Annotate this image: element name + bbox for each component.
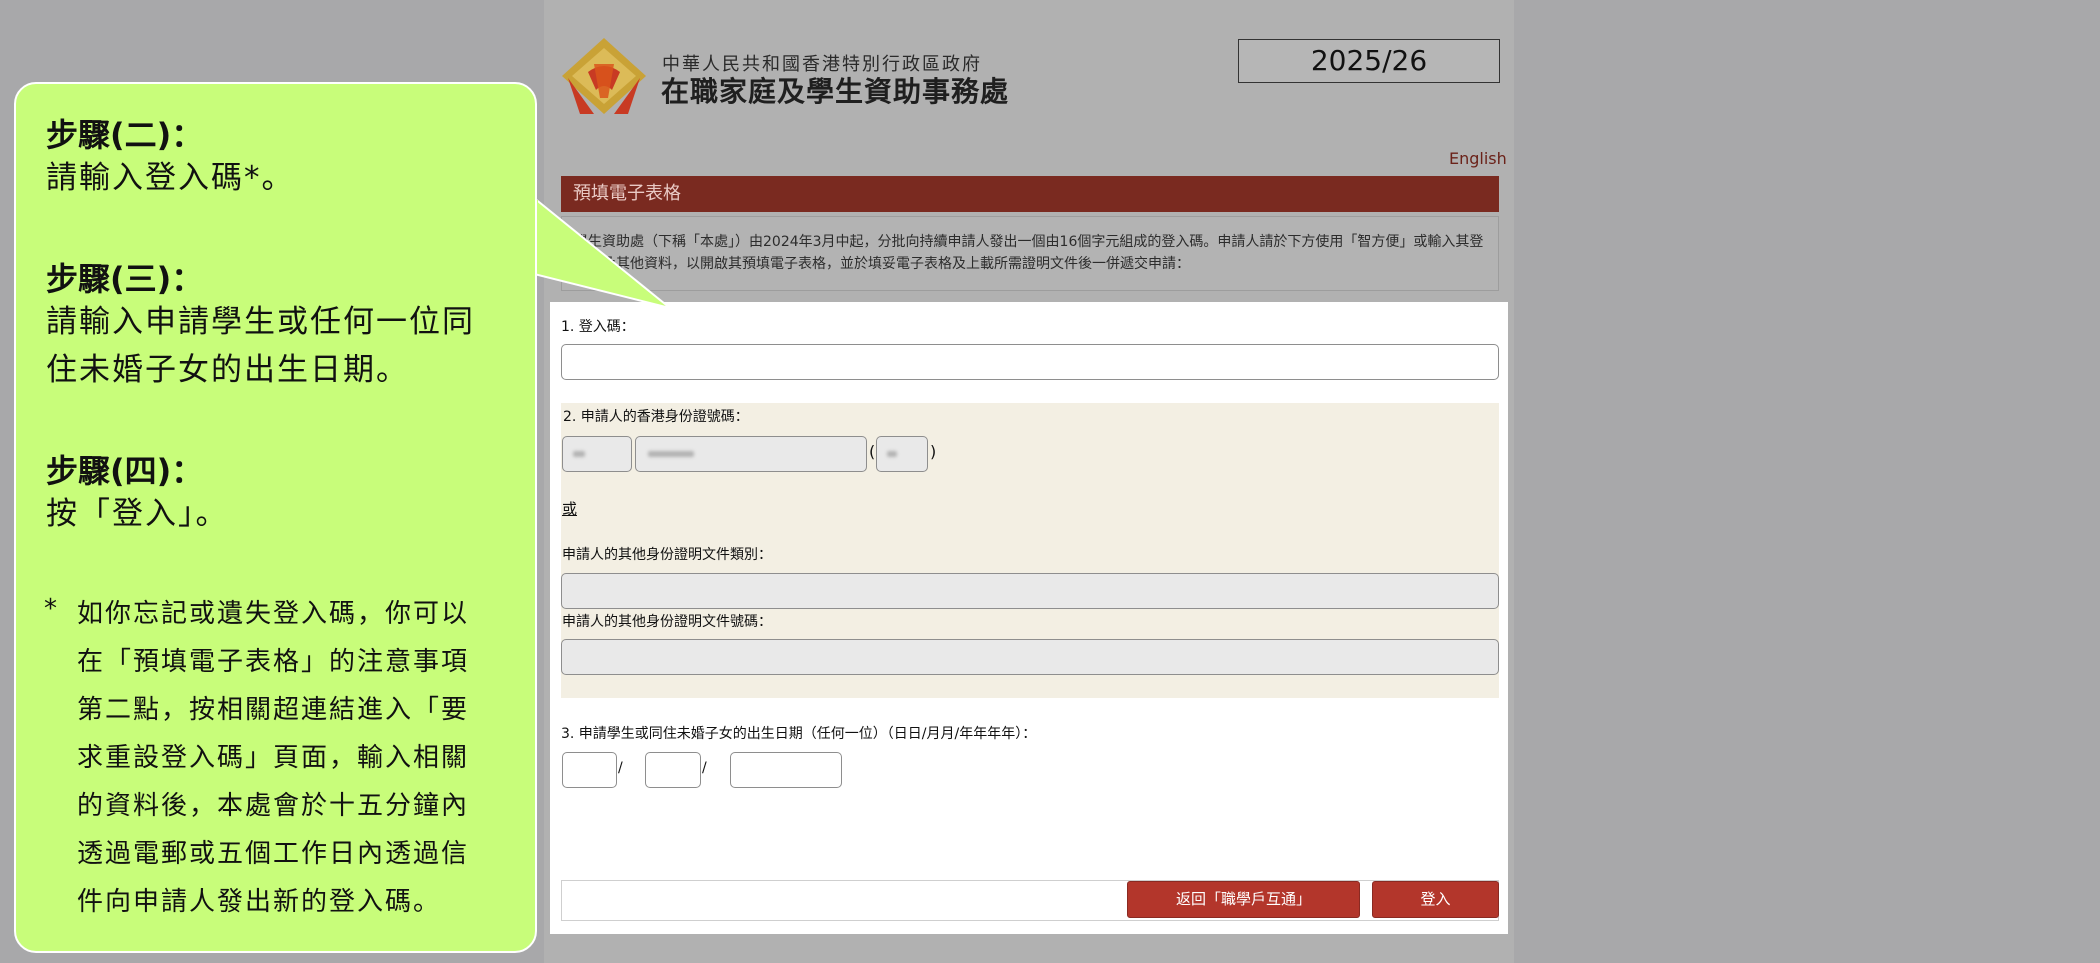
callout-pointer bbox=[530, 198, 670, 308]
intro-text: 學生資助處（下稱「本處」）由2024年3月中起，分批向持續申請人發出一個由16個… bbox=[561, 216, 1499, 291]
other-doc-number-label: 申請人的其他身份證明文件號碼： bbox=[562, 614, 772, 630]
right-backdrop bbox=[1514, 0, 2100, 963]
office-name: 在職家庭及學生資助事務處 bbox=[661, 75, 1010, 108]
birth-year-input[interactable] bbox=[730, 752, 842, 788]
back-button[interactable]: 返回「職學戶互通」 bbox=[1127, 881, 1360, 918]
reset-code-note: 如你忘記或遺失登入碼，你可以在「預填電子表格」的注意事項第二點，按相關超連結進入… bbox=[77, 599, 470, 917]
other-doc-type-input[interactable] bbox=[561, 573, 1499, 609]
or-text: 或 bbox=[562, 500, 578, 518]
other-doc-type-label: 申請人的其他身份證明文件類別： bbox=[562, 547, 772, 563]
masked-value bbox=[887, 451, 897, 457]
hkid-check-digit-input[interactable] bbox=[876, 436, 928, 472]
note-marker: * bbox=[44, 594, 57, 624]
paren-open: ( bbox=[869, 442, 876, 461]
masked-value bbox=[573, 451, 585, 457]
section-title-bar: 預填電子表格 bbox=[561, 176, 1499, 212]
birth-day-input[interactable] bbox=[562, 752, 617, 788]
login-code-input[interactable] bbox=[561, 344, 1499, 380]
login-button[interactable]: 登入 bbox=[1372, 881, 1499, 918]
step4-title: 步驟(四)： bbox=[46, 452, 204, 490]
hkid-prefix-input[interactable] bbox=[562, 436, 632, 472]
birth-date-label: 3. 申請學生或同住未婚子女的出生日期（任何一位）（日日/月月/年年年年）： bbox=[561, 726, 1037, 742]
hkid-label: 2. 申請人的香港身份證號碼： bbox=[563, 409, 749, 425]
other-doc-number-input[interactable] bbox=[561, 639, 1499, 675]
masked-value bbox=[648, 451, 694, 457]
english-link[interactable]: English bbox=[1449, 149, 1507, 168]
paren-close: ) bbox=[930, 442, 937, 461]
birth-month-input[interactable] bbox=[645, 752, 701, 788]
login-code-label: 1. 登入碼： bbox=[561, 319, 635, 335]
step4-text: 按「登入」。 bbox=[46, 496, 229, 532]
step3-text: 請輸入申請學生或任何一位同住未婚子女的出生日期。 bbox=[46, 304, 475, 388]
hkid-number-input[interactable] bbox=[635, 436, 867, 472]
step2-text: 請輸入登入碼*。 bbox=[46, 160, 295, 196]
step2-title: 步驟(二)： bbox=[46, 116, 204, 154]
office-logo-icon bbox=[562, 38, 646, 114]
year-badge: 2025/26 bbox=[1238, 39, 1500, 83]
date-separator: / bbox=[702, 760, 707, 776]
step3-title: 步驟(三)： bbox=[46, 260, 204, 298]
date-separator: / bbox=[618, 760, 623, 776]
